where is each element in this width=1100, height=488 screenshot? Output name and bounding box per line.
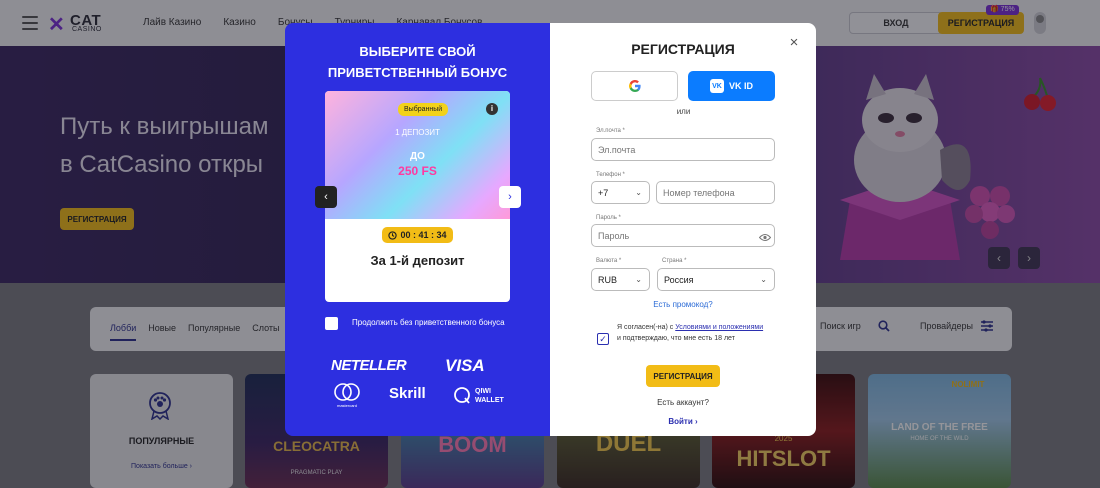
currency-label: Валюта * [596,258,622,264]
terms-checkbox[interactable]: ✓ [597,333,609,345]
vk-id-button[interactable]: VK VK ID [688,71,775,101]
phone-code-select[interactable]: +7 ⌄ [591,181,650,204]
currency-select[interactable]: RUB ⌄ [591,268,650,291]
country-select[interactable]: Россия ⌄ [657,268,775,291]
eye-icon[interactable] [759,233,771,242]
bonus-upto-label: ДО [410,151,425,162]
bonus-deposit-label: 1 ДЕПОЗИТ [395,128,440,137]
bonus-card[interactable]: Выбранный i 1 ДЕПОЗИТ ДО 250 FS 00 : 41 … [325,91,510,302]
vk-id-label: VK ID [728,81,753,91]
visa-logo: VISA [445,356,485,375]
bonus-panel-title: ВЫБЕРИТЕ СВОЙ ПРИВЕТСТВЕННЫЙ БОНУС [327,44,508,80]
email-label: Эл.почта * [596,128,625,134]
chevron-down-icon: ⌄ [635,275,642,284]
promo-code-link[interactable]: Есть промокод? [550,300,816,309]
country-label: Страна * [662,258,687,264]
bonus-fs-label: 250 FS [398,164,437,178]
password-label: Пароль * [596,215,621,221]
google-signin-button[interactable] [591,71,678,101]
bonus-timer: 00 : 41 : 34 [382,227,453,243]
password-field[interactable] [591,224,775,247]
skrill-logo: Skrill [389,385,426,402]
neteller-logo: NETELLER [331,357,407,374]
no-bonus-label[interactable]: Продолжить без приветственного бонуса [352,318,505,327]
phone-label: Телефон * [596,172,625,178]
clock-icon [388,230,398,240]
qiwi-wallet-logo: QIWI WALLET [454,387,504,404]
close-icon[interactable]: × [787,35,801,50]
email-field[interactable] [591,138,775,161]
terms-link[interactable]: Условиями и положениями [675,324,763,331]
bonus-panel: ВЫБЕРИТЕ СВОЙ ПРИВЕТСТВЕННЫЙ БОНУС Выбра… [285,23,550,436]
registration-title: РЕГИСТРАЦИЯ [631,41,735,57]
register-submit-button[interactable]: РЕГИСТРАЦИЯ [646,365,720,387]
terms-text: Я согласен(-на) с Условиями и положениям… [617,324,764,342]
qiwi-text: QIWI [475,388,491,395]
vk-icon: VK [709,79,724,93]
info-icon[interactable]: i [486,103,498,115]
chevron-down-icon: ⌄ [760,275,767,284]
selected-chip: Выбранный [398,103,449,116]
mastercard-text: mastercard [337,403,357,408]
no-bonus-checkbox[interactable] [325,317,338,330]
login-link[interactable]: Войти › [550,417,816,426]
or-separator: или [676,107,691,116]
phone-field[interactable] [656,181,775,204]
bonus-prev-button[interactable]: ‹ [315,186,337,208]
bonus-next-button[interactable]: › [499,186,521,208]
registration-modal: ВЫБЕРИТЕ СВОЙ ПРИВЕТСТВЕННЫЙ БОНУС Выбра… [285,23,816,436]
mastercard-logo: mastercard [334,383,360,408]
chevron-down-icon: ⌄ [635,188,642,197]
bonus-description: За 1-й депозит [370,253,465,268]
google-icon [628,80,641,92]
registration-form: РЕГИСТРАЦИЯ × VK VK ID или Эл.почта * Те… [550,23,816,436]
wallet-text: WALLET [475,397,504,404]
have-account-text: Есть аккаунт? [657,398,709,407]
